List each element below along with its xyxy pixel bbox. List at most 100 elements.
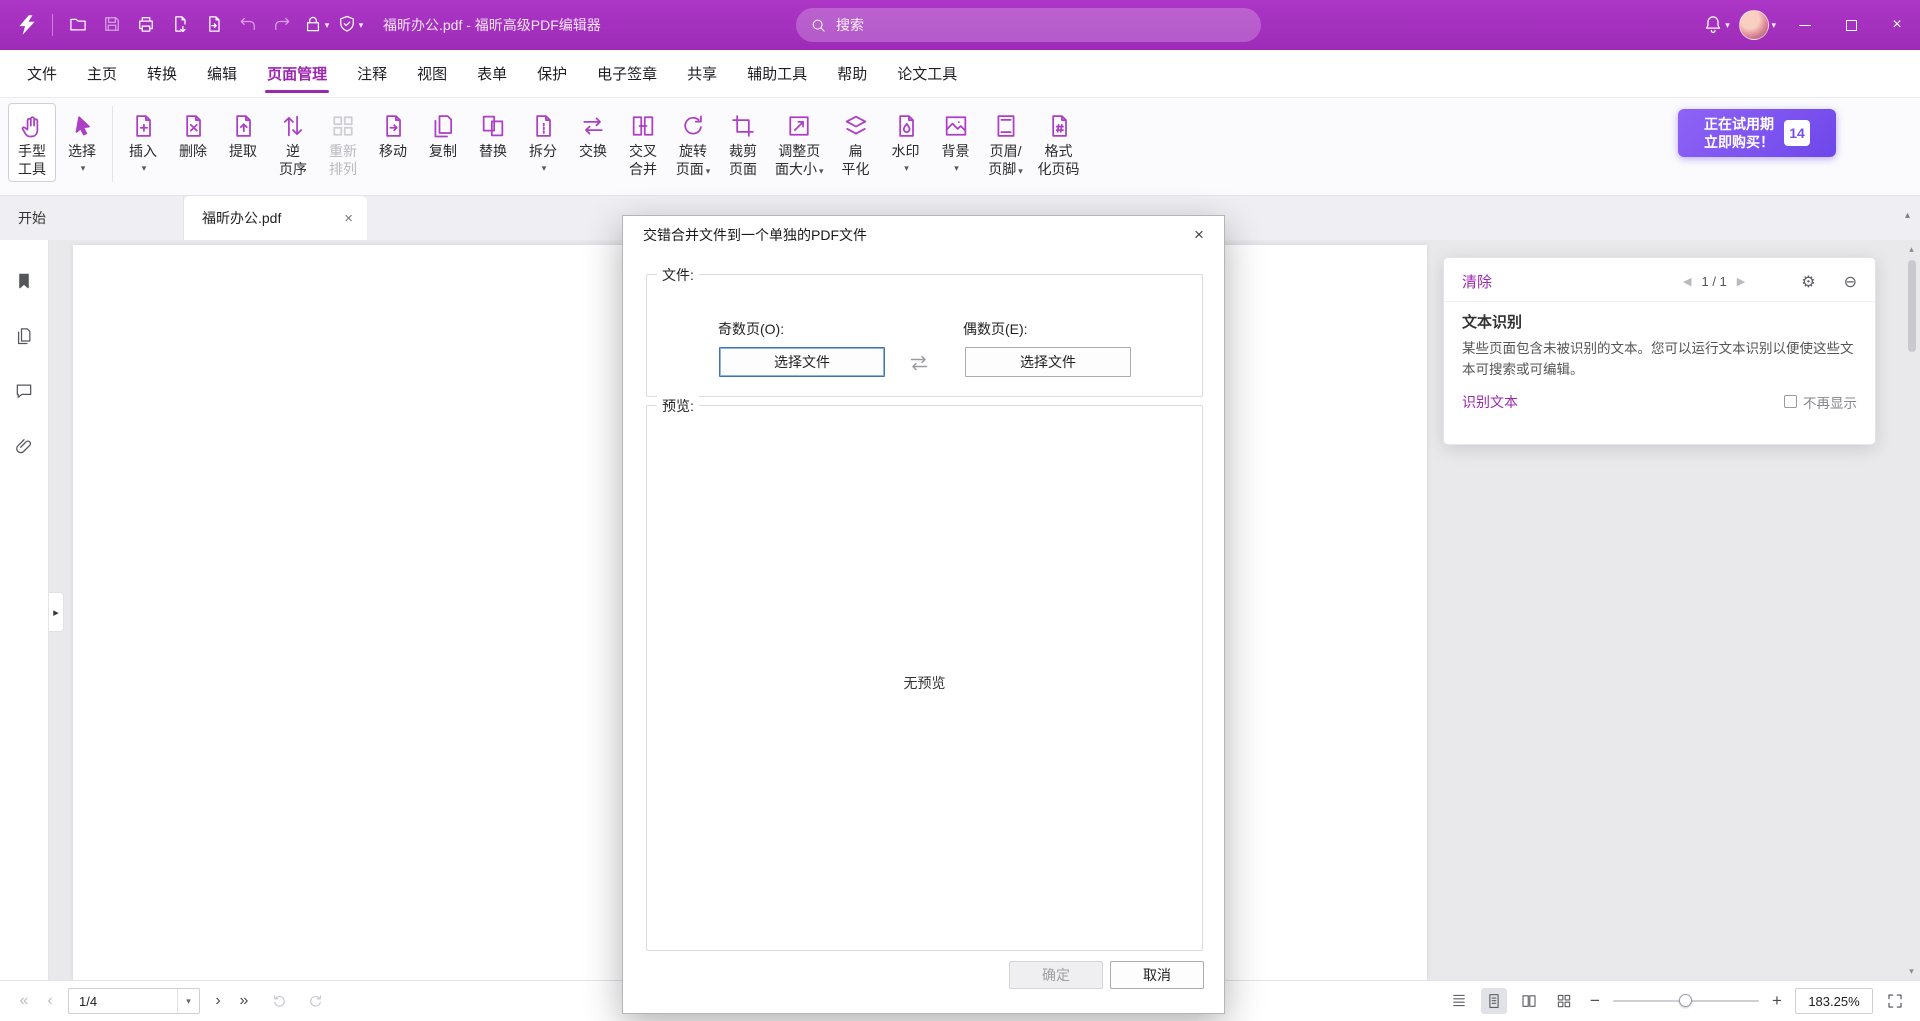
collapse-ribbon-icon[interactable]: ▴: [1905, 210, 1910, 221]
ribbon-tool-insert[interactable]: 插入▾: [119, 103, 167, 177]
tab-document-active[interactable]: 福昕办公.pdf ×: [184, 196, 367, 240]
flatten-icon: [842, 109, 870, 142]
export-button[interactable]: [163, 8, 197, 42]
menu-file[interactable]: 文件: [12, 50, 72, 98]
page-number-input[interactable]: 1/4 ▾: [68, 988, 200, 1014]
verify-menu-button[interactable]: ▾: [333, 8, 367, 42]
ribbon-tool-select[interactable]: 选择▾: [58, 103, 106, 177]
convert-button[interactable]: [197, 8, 231, 42]
choose-even-file-button[interactable]: 选择文件: [965, 347, 1131, 377]
view-continuous-button[interactable]: [1446, 988, 1472, 1014]
scrollbar-thumb[interactable]: [1908, 260, 1916, 352]
clear-notifications-link[interactable]: 清除: [1462, 271, 1492, 292]
menu-accessibility[interactable]: 辅助工具: [732, 50, 822, 98]
pages-panel-button[interactable]: [9, 323, 39, 353]
view-facing-button[interactable]: [1516, 988, 1542, 1014]
caret-down-icon[interactable]: ▾: [177, 989, 199, 1013]
trial-text: 正在试用期 立即购买！: [1704, 115, 1774, 151]
menu-view[interactable]: 视图: [402, 50, 462, 98]
ribbon-tool-background[interactable]: 背景▾: [932, 103, 980, 177]
menu-convert[interactable]: 转换: [132, 50, 192, 98]
buy-now-badge[interactable]: 正在试用期 立即购买！ 14: [1678, 109, 1836, 157]
ribbon-tool-duplicate[interactable]: 复制: [419, 103, 467, 164]
titlebar-right: ▾ ▾ ×: [1699, 0, 1920, 50]
zoom-slider[interactable]: [1613, 989, 1759, 1013]
close-window-button[interactable]: ×: [1874, 0, 1920, 50]
ribbon-tool-replace[interactable]: 替换: [469, 103, 517, 164]
ribbon-tool-label: 重新排列: [329, 142, 357, 178]
page-navigation: « ‹ 1/4 ▾ › »: [12, 988, 328, 1014]
menu-help[interactable]: 帮助: [822, 50, 882, 98]
comment-icon: [14, 381, 34, 406]
ribbon-tool-resize-pages[interactable]: 调整页面大小▾: [769, 103, 830, 184]
dialog-titlebar[interactable]: 交错合并文件到一个单独的PDF文件 ×: [623, 216, 1224, 254]
print-button[interactable]: [129, 8, 163, 42]
menu-esign[interactable]: 电子签章: [582, 50, 672, 98]
ribbon-tool-interleave-merge[interactable]: 交叉合并: [619, 103, 667, 182]
ribbon-tool-extract[interactable]: 提取: [219, 103, 267, 164]
export-icon: [170, 14, 190, 37]
ribbon-tool-hand-tool[interactable]: 手型工具: [8, 103, 56, 182]
attachments-panel-button[interactable]: [9, 433, 39, 463]
ribbon-tool-header-footer[interactable]: 页眉/页脚▾: [982, 103, 1030, 184]
bookmarks-panel-button[interactable]: [9, 268, 39, 298]
zoom-in-button[interactable]: +: [1768, 991, 1786, 1011]
minimize-button[interactable]: [1782, 0, 1828, 50]
search-box[interactable]: 搜索: [796, 8, 1261, 42]
zoom-slider-thumb[interactable]: [1679, 994, 1692, 1007]
menu-share[interactable]: 共享: [672, 50, 732, 98]
ribbon-tool-delete[interactable]: 删除: [169, 103, 217, 164]
vertical-scrollbar[interactable]: ▴ ▾: [1904, 242, 1919, 978]
menu-page-management[interactable]: 页面管理: [252, 50, 342, 98]
caret-down-icon: ▾: [142, 163, 147, 173]
protect-menu-button[interactable]: ▾: [299, 8, 333, 42]
menu-protect[interactable]: 保护: [522, 50, 582, 98]
ribbon-tool-crop-pages[interactable]: 裁剪页面: [719, 103, 767, 182]
last-page-button[interactable]: »: [232, 989, 256, 1013]
next-page-button[interactable]: ›: [206, 989, 230, 1013]
ribbon-tool-watermark[interactable]: 水印▾: [882, 103, 930, 177]
menu-comment[interactable]: 注释: [342, 50, 402, 98]
zoom-level-input[interactable]: 183.25%: [1795, 988, 1873, 1014]
checkbox-icon[interactable]: [1784, 395, 1797, 408]
cancel-button[interactable]: 取消: [1110, 961, 1204, 989]
scroll-up-icon[interactable]: ▴: [1904, 242, 1919, 256]
ocr-panel-body: 文本识别 某些页面包含未被识别的文本。您可以运行文本识别以便使这些文本可搜索或可…: [1444, 302, 1875, 412]
rotate-ccw-icon: [271, 993, 288, 1010]
view-grid-button[interactable]: [1551, 988, 1577, 1014]
scroll-down-icon[interactable]: ▾: [1904, 964, 1919, 978]
account-button[interactable]: ▾: [1739, 10, 1776, 40]
menu-home[interactable]: 主页: [72, 50, 132, 98]
menu-form[interactable]: 表单: [462, 50, 522, 98]
ribbon-tool-reverse-page-order[interactable]: 逆页序: [269, 103, 317, 182]
ribbon-tool-split[interactable]: 拆分▾: [519, 103, 567, 177]
fullscreen-button[interactable]: [1882, 988, 1908, 1014]
open-file-button[interactable]: [61, 8, 95, 42]
comments-panel-button[interactable]: [9, 378, 39, 408]
notifications-button[interactable]: ▾: [1699, 8, 1733, 42]
collapse-panel-icon[interactable]: ⊖: [1844, 272, 1857, 292]
ribbon-tool-label: 背景▾: [942, 142, 970, 173]
dont-show-label: 不再显示: [1803, 392, 1857, 412]
doc-move-icon: [379, 109, 407, 142]
maximize-button[interactable]: [1828, 0, 1874, 50]
tab-start[interactable]: 开始: [0, 196, 184, 240]
menu-paper-tools[interactable]: 论文工具: [882, 50, 972, 98]
menu-edit[interactable]: 编辑: [192, 50, 252, 98]
recognize-text-link[interactable]: 识别文本: [1462, 392, 1518, 412]
sidebar-expand-handle[interactable]: ▸: [49, 592, 64, 632]
notification-settings-gear-icon[interactable]: ⚙: [1801, 272, 1815, 292]
ribbon-tool-rotate-pages[interactable]: 旋转页面▾: [669, 103, 717, 184]
zoom-out-button[interactable]: −: [1586, 991, 1604, 1011]
ribbon-tool-move[interactable]: 移动: [369, 103, 417, 164]
ribbon-tool-label: 删除: [179, 142, 207, 160]
ribbon-tool-swap[interactable]: 交换: [569, 103, 617, 164]
choose-odd-file-button[interactable]: 选择文件: [719, 347, 885, 377]
dont-show-again[interactable]: 不再显示: [1784, 392, 1857, 412]
ribbon-tool-format-page-number[interactable]: 格式化页码: [1032, 103, 1086, 182]
minimize-icon: [1799, 25, 1811, 26]
dialog-close-button[interactable]: ×: [1184, 220, 1214, 250]
tab-close-icon[interactable]: ×: [344, 210, 353, 227]
view-single-page-button[interactable]: [1481, 988, 1507, 1014]
ribbon-tool-flatten[interactable]: 扁平化: [832, 103, 880, 182]
